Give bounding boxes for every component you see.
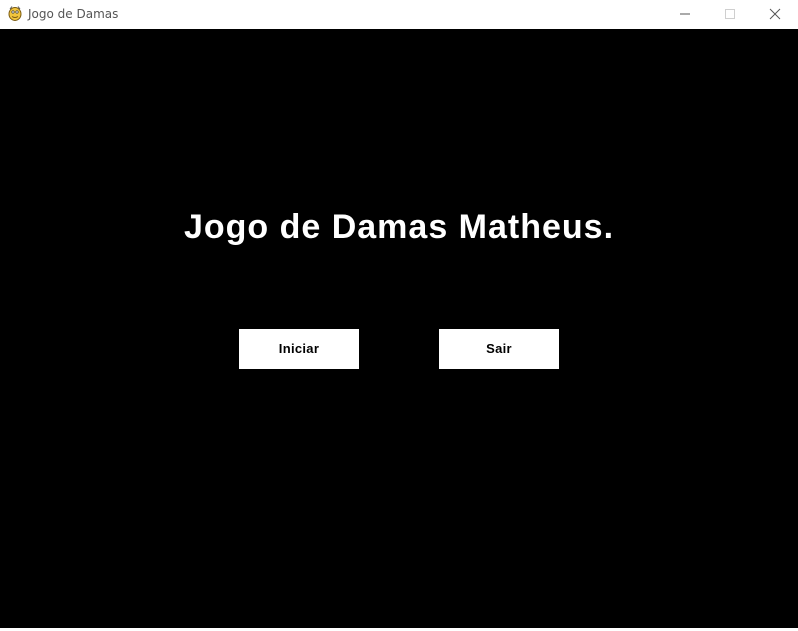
pygame-snake-icon [7, 5, 23, 21]
maximize-icon [725, 9, 735, 19]
quit-button[interactable]: Sair [439, 329, 559, 369]
game-canvas: Jogo de Damas Matheus. Iniciar Sair [0, 29, 798, 628]
window-title: Jogo de Damas [28, 7, 119, 21]
close-button[interactable] [752, 0, 798, 28]
maximize-button[interactable] [707, 0, 753, 28]
game-title: Jogo de Damas Matheus. [183, 208, 615, 246]
game-window: Jogo de Damas Jogo de Damas Matheus. Ini… [0, 0, 798, 631]
close-icon [769, 8, 781, 20]
minimize-icon [680, 13, 690, 15]
minimize-button[interactable] [662, 0, 708, 28]
start-button[interactable]: Iniciar [239, 329, 359, 369]
title-bar[interactable]: Jogo de Damas [0, 0, 798, 28]
